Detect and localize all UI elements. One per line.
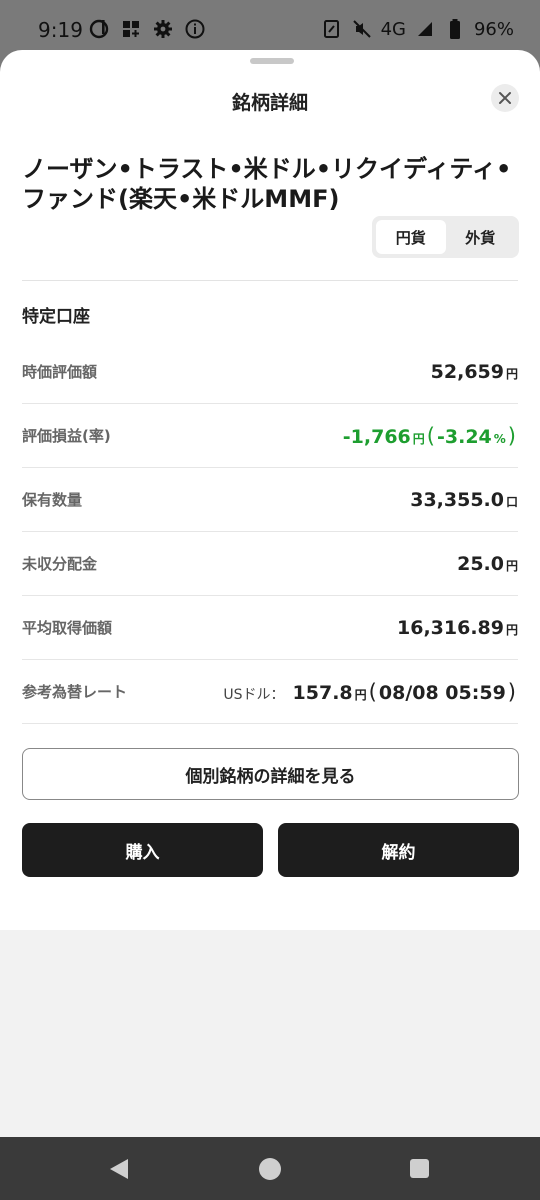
toggle-foreign[interactable]: 外貨 [446,220,516,254]
close-paren: ) [507,423,516,448]
quantity: 33,355.0 口 [410,489,518,511]
close-icon [499,92,511,104]
datetime: 08/08 05:59 [378,681,506,704]
unit: 円 [354,687,367,702]
currency-toggle: 円貨 外貨 [372,216,519,258]
mute-icon [351,18,373,40]
sheet-drag-handle[interactable] [250,58,294,64]
view-fund-detail-button[interactable]: 個別銘柄の詳細を見る [22,748,519,800]
row-unrealized-pl: 評価損益(率) -1,766 円 ( -3.24 % ) [22,404,518,468]
row-label: 評価損益(率) [22,427,111,445]
avg-cost: 16,316.89 円 [397,617,518,639]
battery-level: 96% [473,18,514,40]
value: -1,766 [342,425,411,448]
back-icon[interactable] [108,1157,130,1185]
signal-icon [414,18,436,40]
sheet-lower-area [0,930,540,1137]
system-nav-bar [0,1137,540,1200]
recents-icon[interactable] [410,1159,429,1178]
rate-value: -3.24 [437,425,492,448]
row-label: 保有数量 [22,491,83,509]
undistributed: 25.0 円 [457,553,518,575]
row-avg-cost: 平均取得価額 16,316.89 円 [22,596,518,660]
unit: 口 [505,494,518,509]
nfc-icon [321,18,343,40]
divider [22,280,518,281]
value: 157.8 [292,681,353,704]
row-label: 時価評価額 [22,363,98,381]
battery-icon [444,18,466,40]
market-value: 52,659 円 [431,361,518,383]
close-button[interactable] [491,84,519,112]
value: 33,355.0 [410,488,504,511]
redeem-button[interactable]: 解約 [278,823,519,877]
buy-button[interactable]: 購入 [22,823,263,877]
status-right: 4G 96% [321,18,514,40]
unit: 円 [505,558,518,573]
value: 16,316.89 [397,616,504,639]
account-type-label: 特定口座 [22,307,90,327]
detail-list: 時価評価額 52,659 円 評価損益(率) -1,766 円 ( -3.24 … [22,340,518,724]
sheet-title: 銘柄詳細 [231,92,308,114]
unit: 円 [505,622,518,637]
settings-icon [152,18,174,40]
row-quantity: 保有数量 33,355.0 口 [22,468,518,532]
unrealized-pl: -1,766 円 ( -3.24 % ) [343,424,518,448]
toggle-yen[interactable]: 円貨 [376,220,446,254]
fx-rate: USドル： 157.8 円 ( 08/08 05:59 ) [223,680,518,704]
row-label: 平均取得価額 [22,619,113,637]
row-label: 参考為替レート [22,683,128,701]
info-icon [184,18,206,40]
status-left-icons [88,18,206,40]
rate-unit: % [493,431,506,446]
open-paren: ( [368,679,377,704]
fund-name: ノーザン•トラスト•米ドル•リクイディティ•ファンド(楽天•米ドルMMF) [22,155,512,213]
row-label: 未収分配金 [22,555,98,573]
unit: 円 [412,431,425,446]
currency-label: USドル： [223,686,285,703]
value: 52,659 [430,360,504,383]
open-paren: ( [426,423,435,448]
widgets-icon [120,18,142,40]
close-paren: ) [507,679,516,704]
value: 25.0 [457,552,504,575]
network-type: 4G [380,18,406,40]
row-fx-rate: 参考為替レート USドル： 157.8 円 ( 08/08 05:59 ) [22,660,518,724]
row-undistributed: 未収分配金 25.0 円 [22,532,518,596]
unit: 円 [505,366,518,381]
docomo-d-icon [88,18,110,40]
home-icon[interactable] [259,1158,281,1180]
row-market-value: 時価評価額 52,659 円 [22,340,518,404]
fund-detail-sheet: 銘柄詳細 ノーザン•トラスト•米ドル•リクイディティ•ファンド(楽天•米ドルMM… [0,50,540,930]
status-time: 9:19 [38,18,83,42]
